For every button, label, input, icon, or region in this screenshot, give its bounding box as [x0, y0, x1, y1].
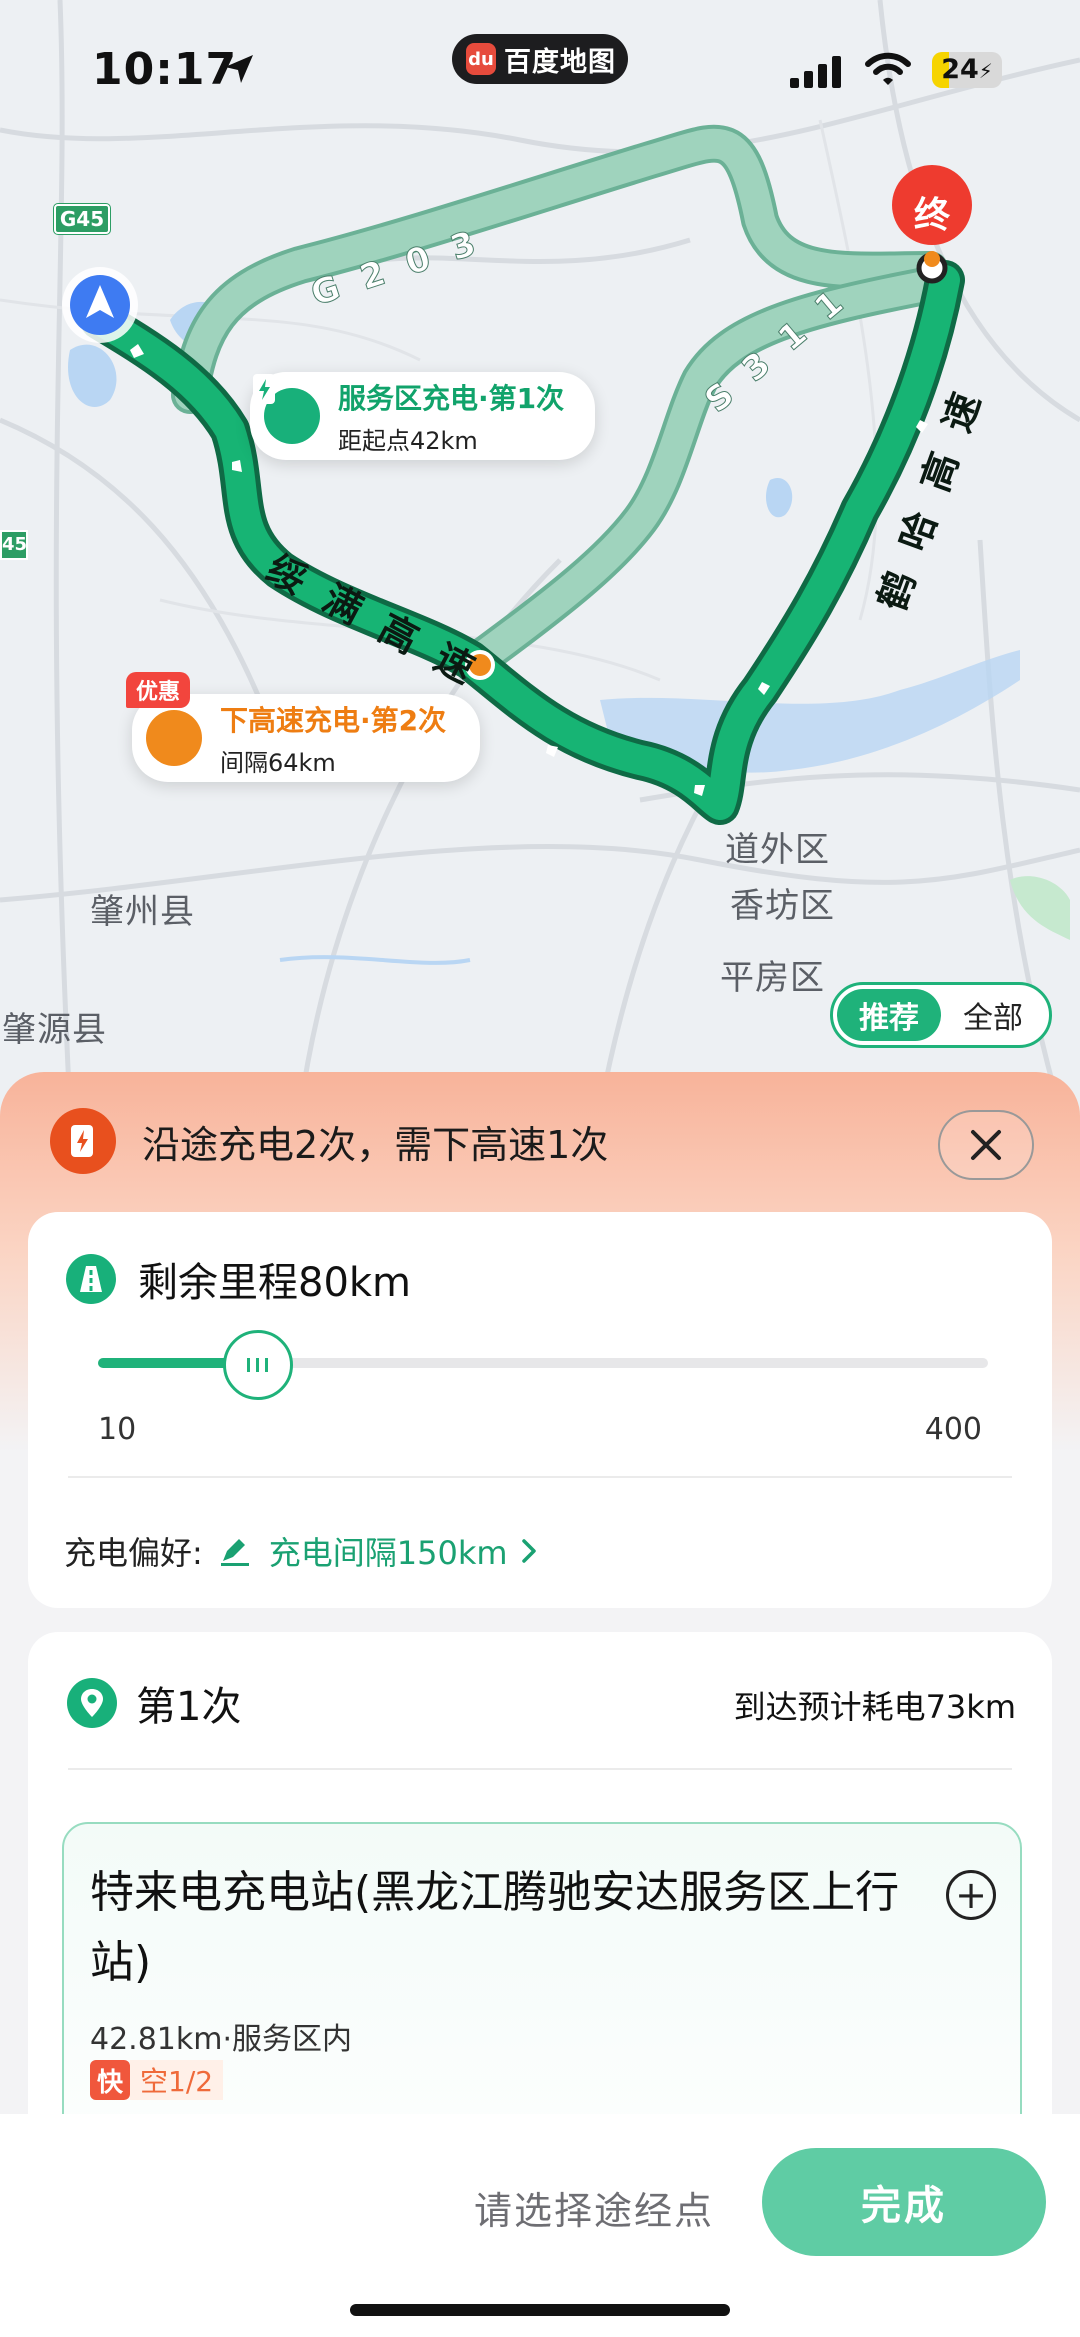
stop-title-row: 第1次: [66, 1674, 241, 1732]
back-to-app-pill[interactable]: du 百度地图: [452, 34, 628, 84]
plus-icon: +: [955, 1873, 987, 1917]
promo-badge: 优惠: [126, 672, 191, 708]
callout-exit-charging[interactable]: 下高速充电·第2次 间隔64km: [132, 694, 480, 782]
toggle-recommended[interactable]: 推荐: [837, 989, 941, 1041]
free-slots-badge: 空1/2: [130, 2060, 224, 2100]
charging-station-icon: [253, 374, 320, 444]
home-indicator[interactable]: [350, 2304, 730, 2316]
toggle-all[interactable]: 全部: [941, 989, 1045, 1041]
location-arrow-icon: [225, 55, 253, 83]
preference-value: 充电间隔150km: [268, 1534, 508, 1572]
callout-service-sub: 距起点42km: [338, 426, 478, 455]
range-title-row: 剩余里程80km: [66, 1250, 411, 1308]
app-logo-icon: du: [466, 43, 496, 75]
range-divider: [68, 1476, 1012, 1478]
station-tags: 快 空1/2: [90, 2060, 224, 2100]
range-max-label: 400: [924, 1412, 982, 1447]
edit-pen-icon: [220, 1539, 249, 1566]
fast-charge-badge: 快: [90, 2060, 130, 2100]
exit-arrow-icon: [136, 700, 202, 766]
range-card: 剩余里程80km 10 400 充电偏好: 充电间隔150km: [28, 1212, 1052, 1608]
charging-preference-row[interactable]: 充电偏好: 充电间隔150km: [64, 1528, 540, 1574]
g45-shield-left: 45: [0, 530, 28, 560]
road-icon: [66, 1254, 116, 1304]
preference-label: 充电偏好:: [64, 1534, 203, 1572]
callout-service-charging[interactable]: 服务区充电·第1次 距起点42km: [250, 372, 595, 460]
g45-shield: G45: [54, 204, 110, 234]
place-pingfang: 平房区: [720, 958, 825, 998]
charging-plan-icon: [50, 1108, 116, 1174]
stop-title: 第1次: [136, 1684, 242, 1730]
cellular-signal-icon: [790, 56, 841, 88]
sheet-header: 沿途充电2次，需下高速1次: [50, 1108, 608, 1174]
place-daowai: 道外区: [725, 830, 830, 870]
sheet-title: 沿途充电2次，需下高速1次: [142, 1122, 609, 1167]
range-title: 剩余里程80km: [138, 1260, 412, 1306]
callout-exit-title: 下高速充电·第2次: [220, 703, 447, 737]
callout-exit-sub: 间隔64km: [220, 748, 336, 777]
location-pin-icon: [67, 1678, 117, 1728]
stop-divider: [68, 1768, 1012, 1770]
wifi-icon: [865, 52, 911, 85]
select-waypoint-link[interactable]: 请选择途经点: [474, 2180, 714, 2235]
route-map[interactable]: G45 45 G 2 0 3 S 3 1 1 绥 满 高 速 鹤 哈 高 速 终…: [0, 0, 1080, 1110]
range-slider-thumb[interactable]: [222, 1330, 293, 1400]
callout-service-title: 服务区充电·第1次: [338, 381, 565, 415]
status-bar: 10:17 du 百度地图 24⚡: [0, 0, 1080, 130]
app-name: 百度地图: [504, 46, 616, 78]
bottom-action-bar: 请选择途经点 完成: [0, 2114, 1080, 2337]
close-icon: [971, 1130, 1001, 1160]
close-button[interactable]: [938, 1110, 1034, 1180]
route-filter-toggle[interactable]: 推荐 全部: [830, 982, 1052, 1048]
status-time: 10:17: [92, 44, 238, 95]
place-zhaozhou: 肇州县: [90, 892, 195, 932]
battery-level: 24⚡: [941, 54, 993, 85]
end-marker[interactable]: 终: [909, 186, 955, 238]
station-meta: 42.81km·服务区内: [90, 2022, 353, 2057]
place-zhaoyuan: 肇源县: [2, 1010, 107, 1050]
stop-arrival-consumption: 到达预计耗电73km: [733, 1688, 1016, 1726]
add-station-button[interactable]: +: [946, 1870, 996, 1920]
chevron-right-icon: [521, 1539, 536, 1563]
station-name: 特来电充电站(黑龙江腾驰安达服务区上行站): [90, 1867, 900, 1988]
battery-indicator: 24⚡: [932, 52, 1002, 88]
place-xiangfang: 香坊区: [730, 886, 835, 926]
done-button[interactable]: 完成: [762, 2148, 1046, 2256]
range-min-label: 10: [98, 1412, 137, 1447]
